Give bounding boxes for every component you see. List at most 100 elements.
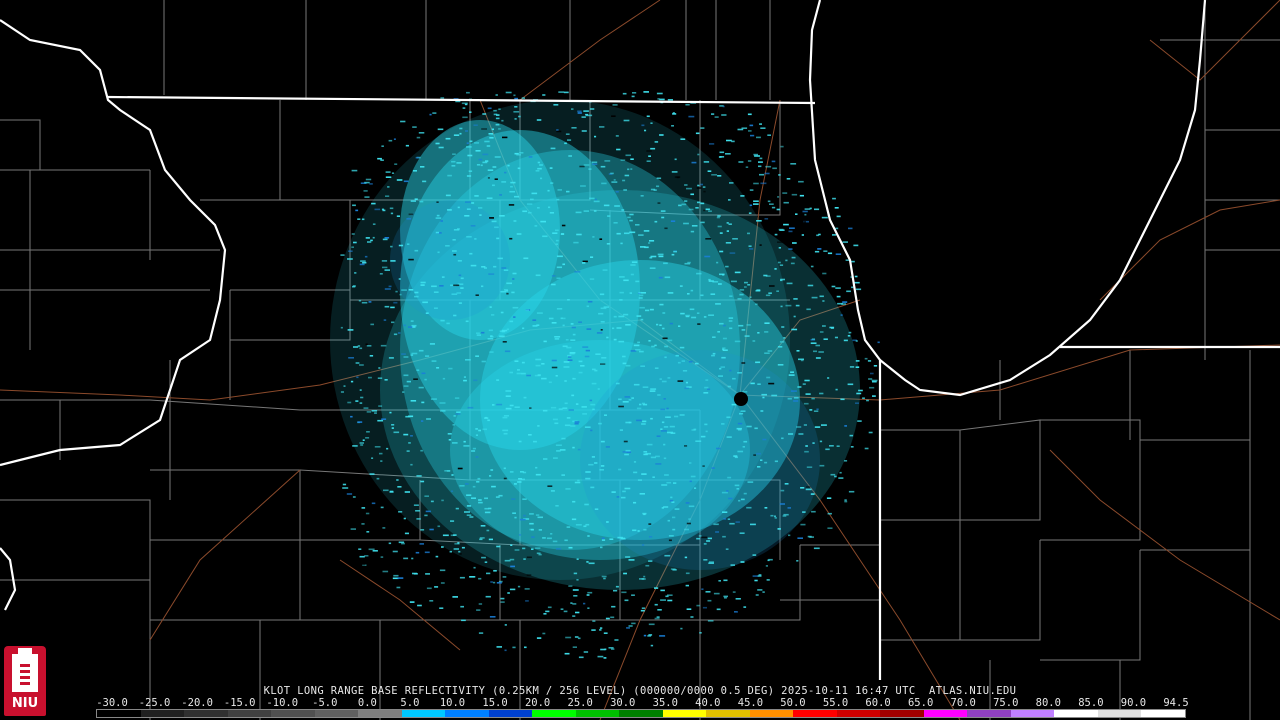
echo-speckle: [735, 598, 741, 600]
color-scale-segment: [662, 710, 707, 717]
echo-speckle: [835, 287, 841, 289]
echo-speckle: [703, 161, 710, 163]
echo-speckle: [701, 588, 704, 590]
echo-speckle: [625, 364, 631, 367]
echo-speckle: [623, 119, 630, 122]
echo-speckle: [667, 99, 673, 101]
echo-speckle: [613, 589, 618, 592]
echo-speckle: [822, 325, 826, 327]
echo-speckle: [547, 485, 553, 487]
echo-speckle: [382, 238, 388, 241]
echo-speckle: [374, 412, 377, 414]
echo-speckle: [456, 162, 462, 164]
echo-speckle: [366, 431, 370, 433]
echo-speckle: [353, 346, 359, 348]
echo-speckle: [358, 299, 362, 302]
echo-speckle: [523, 257, 529, 260]
echo-speckle: [562, 407, 568, 409]
color-scale-segment: [445, 710, 489, 717]
echo-speckle: [604, 160, 611, 162]
echo-speckle: [856, 288, 862, 291]
echo-speckle: [587, 535, 590, 537]
echo-speckle: [856, 392, 862, 395]
echo-speckle: [459, 132, 462, 135]
echo-speckle: [599, 238, 603, 240]
echo-speckle: [851, 286, 854, 289]
echo-speckle: [517, 481, 522, 483]
echo-speckle: [586, 561, 589, 563]
echo-speckle: [788, 248, 793, 250]
echo-speckle: [437, 128, 444, 131]
echo-speckle: [418, 132, 425, 134]
echo-speckle: [538, 529, 542, 531]
echo-speckle: [448, 367, 453, 370]
echo-speckle: [488, 329, 493, 332]
echo-speckle: [674, 158, 677, 161]
echo-speckle: [519, 152, 524, 154]
echo-speckle: [503, 467, 506, 470]
echo-speckle: [354, 272, 357, 274]
echo-speckle: [391, 427, 394, 429]
echo-speckle: [622, 179, 626, 182]
echo-speckle: [655, 614, 662, 617]
echo-speckle: [612, 327, 615, 330]
echo-speckle: [403, 356, 409, 358]
scale-tick-label: 5.0: [400, 697, 420, 709]
echo-speckle: [365, 343, 368, 346]
color-scale-segment: [358, 710, 402, 717]
echo-speckle: [635, 280, 640, 283]
color-scale-segment: [1097, 710, 1142, 717]
echo-speckle: [703, 316, 707, 318]
echo-speckle: [566, 417, 571, 419]
echo-speckle: [624, 232, 630, 235]
echo-speckle: [606, 521, 609, 523]
echo-speckle: [568, 409, 574, 411]
echo-speckle: [650, 417, 653, 420]
echo-speckle: [689, 308, 695, 311]
echo-speckle: [622, 92, 627, 95]
echo-speckle: [757, 589, 763, 591]
echo-speckle: [621, 496, 626, 499]
echo-speckle: [725, 242, 731, 244]
echo-speckle: [396, 215, 400, 217]
echo-speckle: [659, 134, 664, 136]
echo-speckle: [702, 186, 706, 188]
echo-speckle: [813, 547, 820, 550]
echo-speckle: [437, 251, 440, 254]
echo-speckle: [583, 210, 589, 212]
echo-speckle: [737, 298, 742, 300]
echo-speckle: [414, 291, 419, 294]
echo-speckle: [481, 331, 485, 334]
echo-speckle: [547, 189, 550, 192]
echo-speckle: [572, 500, 576, 503]
echo-speckle: [835, 227, 839, 230]
echo-speckle: [650, 388, 657, 390]
echo-speckle: [441, 499, 444, 502]
echo-speckle: [505, 91, 512, 94]
color-scale-segment: [271, 710, 315, 717]
echo-speckle: [631, 95, 635, 98]
echo-speckle: [384, 269, 390, 271]
echo-speckle: [401, 353, 406, 355]
echo-speckle: [708, 314, 714, 316]
echo-speckle: [750, 382, 755, 385]
echo-speckle: [575, 611, 580, 614]
echo-speckle: [413, 378, 418, 380]
echo-speckle: [738, 161, 744, 163]
echo-speckle: [414, 249, 419, 252]
echo-speckle: [610, 616, 615, 619]
echo-speckle: [654, 141, 659, 143]
echo-speckle: [442, 377, 446, 380]
echo-speckle: [688, 208, 694, 211]
echo-speckle: [512, 585, 517, 588]
echo-speckle: [660, 589, 665, 592]
echo-speckle: [799, 194, 804, 197]
echo-speckle: [690, 289, 694, 292]
echo-speckle: [809, 409, 813, 411]
echo-speckle: [487, 169, 494, 171]
echo-speckle: [643, 513, 646, 516]
echo-speckle: [664, 356, 667, 359]
echo-speckle: [410, 400, 417, 402]
echo-speckle: [499, 215, 505, 217]
echo-speckle: [476, 332, 480, 334]
